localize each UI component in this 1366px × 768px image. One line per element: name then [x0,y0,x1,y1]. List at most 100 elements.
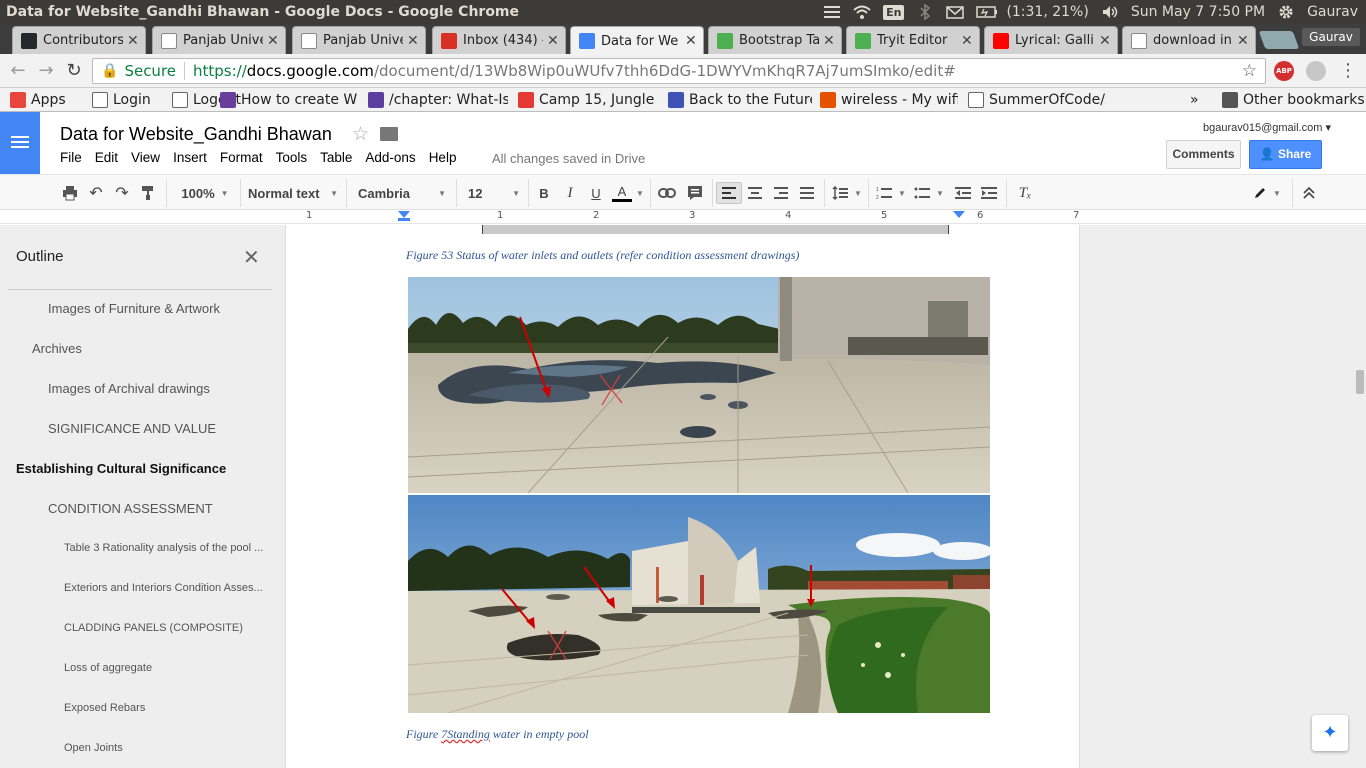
save-status[interactable]: All changes saved in Drive [492,151,645,166]
font-select[interactable]: Cambria ▼ [358,182,446,204]
back-arrow-icon[interactable]: ← [8,61,28,81]
tab-close-icon[interactable]: ✕ [407,33,419,49]
ruler[interactable]: 1 1 2 3 4 5 6 7 [0,210,1366,224]
justify-icon[interactable] [796,182,818,204]
wifi-icon[interactable] [853,4,871,20]
tab-close-icon[interactable]: ✕ [127,33,139,49]
underline-button[interactable]: U [586,182,606,204]
photo-standing-water-plaza[interactable] [408,277,990,493]
outline-item[interactable]: CONDITION ASSESSMENT [48,501,213,516]
input-language-indicator[interactable]: En [883,4,905,20]
battery-icon[interactable] [976,4,998,20]
chrome-menu-icon[interactable]: ⋮ [1338,61,1358,81]
profile-button[interactable]: Gaurav [1302,28,1360,46]
menu-file[interactable]: File [60,150,82,165]
clear-formatting-icon[interactable]: Tₓ [1014,182,1036,204]
outline-item[interactable]: Exposed Rebars [64,702,267,714]
extension-icon[interactable] [1306,61,1326,81]
bookmarks-overflow-button[interactable]: » [1190,90,1206,110]
outline-item[interactable]: Establishing Cultural Significance [16,461,226,476]
paragraph-style-select[interactable]: Normal text ▼ [248,182,338,204]
volume-icon[interactable] [1101,4,1119,20]
tab[interactable]: Panjab Unive ✕ [152,26,286,54]
bookmark-item[interactable]: Other bookmarks [1222,90,1364,110]
bookmark-item[interactable]: wireless - My wifi [820,90,958,110]
paint-format-icon[interactable] [138,182,158,204]
menu-table[interactable]: Table [320,150,352,165]
font-size-select[interactable]: 12 ▼ [468,182,520,204]
forward-arrow-icon[interactable]: → [36,61,56,81]
decrease-indent-icon[interactable] [952,182,974,204]
indent-marker-icon[interactable] [398,211,410,221]
tab[interactable]: Panjab Unive ✕ [292,26,426,54]
redo-icon[interactable]: ↷ [112,182,132,204]
bookmark-item[interactable]: Camp 15, Jungle R [518,90,658,110]
insert-comment-icon[interactable] [684,182,706,204]
menu-list-icon[interactable] [823,4,841,20]
numbered-list-icon[interactable]: 1 2 ▼ [874,182,908,204]
align-left-icon[interactable] [716,182,742,204]
document-page[interactable]: Figure 53 Status of water inlets and out… [285,225,1080,768]
outline-item[interactable]: Archives [32,341,82,356]
italic-button[interactable]: I [560,182,580,204]
outline-item[interactable]: Table 3 Rationality analysis of the pool… [64,542,267,554]
bookmark-star-icon[interactable]: ☆ [1242,61,1257,81]
tab-close-icon[interactable]: ✕ [1099,33,1111,49]
tab-close-icon[interactable]: ✕ [823,33,835,49]
close-icon[interactable]: ✕ [243,245,260,269]
tab-close-icon[interactable]: ✕ [961,33,973,49]
menu-format[interactable]: Format [220,150,263,165]
mail-icon[interactable] [946,4,965,20]
line-spacing-icon[interactable]: ▼ [830,182,864,204]
outline-item[interactable]: SIGNIFICANCE AND VALUE [48,421,216,436]
comments-button[interactable]: Comments [1166,140,1241,169]
reload-icon[interactable]: ↻ [64,61,84,81]
text-color-caret-icon[interactable]: ▼ [636,182,644,204]
folder-icon[interactable] [380,127,398,141]
menu-tools[interactable]: Tools [276,150,308,165]
figure-caption-2[interactable]: Figure 7Standing water in empty pool [406,727,589,742]
bookmark-item[interactable]: SummerOfCode/2 [968,90,1106,110]
session-user[interactable]: Gaurav [1307,4,1358,20]
print-icon[interactable] [60,182,80,204]
tab[interactable]: Contributors ✕ [12,26,146,54]
tab-close-icon[interactable]: ✕ [547,33,559,49]
menu-insert[interactable]: Insert [173,150,207,165]
bulleted-list-icon[interactable]: ▼ [912,182,946,204]
tab[interactable]: download in ✕ [1122,26,1256,54]
photo-gandhi-bhawan-pool[interactable] [408,495,990,713]
tab[interactable]: Data for We ✕ [570,26,704,55]
outline-item[interactable]: Open Joints [64,742,267,754]
menu-add-ons[interactable]: Add-ons [365,150,415,165]
bookmark-item[interactable]: Login [92,90,172,110]
collapse-menus-icon[interactable] [1298,182,1320,204]
clock[interactable]: Sun May 7 7:50 PM [1131,4,1265,20]
increase-indent-icon[interactable] [978,182,1000,204]
bookmark-item[interactable]: /chapter: What-Is- [368,90,508,110]
menu-view[interactable]: View [131,150,160,165]
gear-icon[interactable] [1277,4,1295,20]
figure-caption[interactable]: Figure 53 Status of water inlets and out… [406,248,799,263]
tab[interactable]: Inbox (434) - ✕ [432,26,566,54]
outline-item[interactable]: CLADDING PANELS (COMPOSITE) [64,622,267,634]
outline-item[interactable]: Loss of aggregate [64,662,267,674]
undo-icon[interactable]: ↶ [86,182,106,204]
editing-mode-pencil-icon[interactable]: ▼ [1250,182,1284,204]
scrollbar-thumb[interactable] [1356,370,1364,394]
tab[interactable]: Bootstrap Ta ✕ [708,26,842,54]
tab-close-icon[interactable]: ✕ [1237,33,1249,49]
tab[interactable]: Lyrical: Galli ✕ [984,26,1118,54]
misspelled-word[interactable]: 7Standing [441,727,490,741]
menu-edit[interactable]: Edit [95,150,118,165]
menu-help[interactable]: Help [429,150,457,165]
bluetooth-icon[interactable] [916,3,934,21]
bookmark-item[interactable]: Back to the Future [668,90,812,110]
text-color-button[interactable]: A [610,182,634,204]
tab-close-icon[interactable]: ✕ [267,33,279,49]
zoom-select[interactable]: 100% ▼ [176,182,234,204]
align-center-icon[interactable] [744,182,766,204]
outline-item[interactable]: Images of Archival drawings [48,381,210,396]
bold-button[interactable]: B [534,182,554,204]
docs-home-icon[interactable] [0,112,40,174]
lock-icon[interactable]: 🔒 [101,63,118,79]
